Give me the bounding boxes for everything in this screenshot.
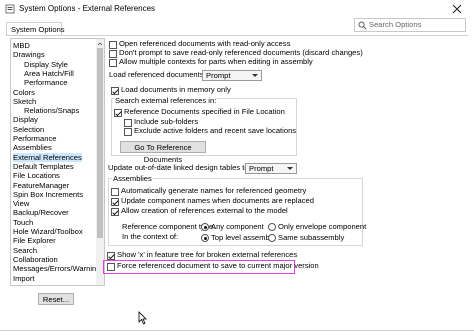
tree-item[interactable]: Sketch [13,97,36,106]
show-x-tree-checkbox[interactable] [107,252,115,260]
search-input[interactable]: Search Options [369,20,421,30]
tree-item[interactable]: Import [13,274,35,283]
tree-item[interactable]: View [13,199,29,208]
ref-docs-file-location-checkbox[interactable] [114,109,122,117]
tree-scrollbar[interactable] [96,39,104,285]
load-in-memory-label: Load documents in memory only [121,85,231,94]
only-envelope-label: Only envelope component [278,222,367,231]
tree-item[interactable]: File Explorer [13,236,56,245]
top-level-assembly-label: Top level assembly [211,233,276,242]
exclude-active-folders-checkbox[interactable] [124,128,132,136]
any-component-radio[interactable] [201,223,209,231]
options-tree[interactable]: MBD Drawings Display Style Area Hatch/Fill P… [10,38,105,286]
auto-generate-names-label: Automatically generate names for referen… [121,186,307,195]
tree-item[interactable]: Performance [13,134,56,143]
tree-item[interactable]: Spin Box Increments [13,190,83,199]
search-icon [358,21,367,30]
in-context-label: In the context of: [122,232,179,241]
tree-item[interactable]: Backup/Recover [13,208,69,217]
tree-item[interactable]: File Locations [13,171,60,180]
close-icon[interactable] [451,3,463,15]
allow-multiple-contexts-label: Allow multiple contexts for parts when e… [119,57,313,66]
window-title: System Options - External References [19,4,156,13]
same-subassembly-label: Same subassembly [278,233,345,242]
app-icon [5,4,15,14]
tree-item[interactable]: FeatureManager [13,181,69,190]
tree-item[interactable]: Search [13,246,37,255]
scroll-up-icon[interactable] [96,40,104,48]
load-ref-docs-select[interactable]: Prompt [202,70,262,81]
reset-button[interactable]: Reset... [38,293,74,305]
tree-item[interactable]: Messages/Errors/Warnings [13,264,104,273]
tree-item[interactable]: Assemblies [13,143,52,152]
chevron-down-icon [287,167,293,170]
mouse-cursor-icon [138,311,147,325]
top-level-assembly-radio[interactable] [201,234,209,242]
force-save-current-label: Force referenced document to save to cur… [117,261,319,270]
same-subassembly-radio[interactable] [268,234,276,242]
allow-creation-ext-refs-checkbox[interactable] [111,208,119,216]
tree-item[interactable]: Touch [13,218,33,227]
scroll-thumb[interactable] [97,48,103,238]
update-component-names-label: Update component names when documents ar… [121,196,314,205]
dont-prompt-save-checkbox[interactable] [109,50,117,58]
tree-item[interactable]: Display Style [24,60,68,69]
go-to-ref-docs-button[interactable]: Go To Reference Documents [120,141,206,164]
reset-label: Reset... [42,295,70,304]
show-x-tree-label: Show 'x' in feature tree for broken exte… [117,250,298,259]
tree-item[interactable]: Drawings [13,50,45,59]
tree-item[interactable]: External References [13,152,82,162]
only-envelope-radio[interactable] [268,223,276,231]
tree-item[interactable]: Collaboration [13,255,58,264]
allow-multiple-contexts-checkbox[interactable] [109,59,117,67]
include-subfolders-checkbox[interactable] [124,119,132,127]
ref-docs-file-location-label: Reference Documents specified in File Lo… [124,107,285,116]
assemblies-title: Assemblies [112,174,153,184]
bottom-border [0,330,474,335]
tree-item[interactable]: Relations/Snaps [24,106,79,115]
update-linked-tables-value: Prompt [249,164,274,173]
title-bar: System Options - External References [0,0,474,18]
exclude-active-folders-label: Exclude active folders and recent save l… [134,126,297,135]
tree-item[interactable]: MBD [13,41,30,50]
tree-item[interactable]: Default Templates [13,162,74,171]
tab-label: System Options [11,25,65,34]
load-ref-docs-value: Prompt [206,71,231,80]
search-ext-refs-title: Search external references in: [114,96,218,106]
tree-item[interactable]: Selection [13,125,44,134]
tab-baseline [6,35,468,36]
open-read-only-checkbox[interactable] [109,41,117,49]
update-linked-tables-label: Update out-of-date linked design tables … [108,163,251,172]
tree-item[interactable]: Hole Wizard/Toolbox [13,227,83,236]
load-in-memory-checkbox[interactable] [111,87,119,95]
update-linked-tables-select[interactable]: Prompt [245,163,297,174]
tab-system-options[interactable]: System Options [6,22,65,36]
search-box[interactable]: Search Options [354,18,466,32]
tree-item[interactable]: Area Hatch/Fill [24,69,74,78]
load-ref-docs-label: Load referenced documents: [109,70,206,79]
tree-item[interactable]: Performance [24,78,67,87]
force-save-current-checkbox[interactable] [107,263,115,271]
chevron-down-icon [252,74,258,77]
go-to-ref-docs-label: Go To Reference Documents [134,143,192,164]
any-component-label: Any component [211,222,264,231]
auto-generate-names-checkbox[interactable] [111,188,119,196]
tree-item[interactable]: Display [13,115,38,124]
allow-creation-ext-refs-label: Allow creation of references external to… [121,206,288,215]
update-component-names-checkbox[interactable] [111,198,119,206]
tree-item[interactable]: Colors [13,88,35,97]
